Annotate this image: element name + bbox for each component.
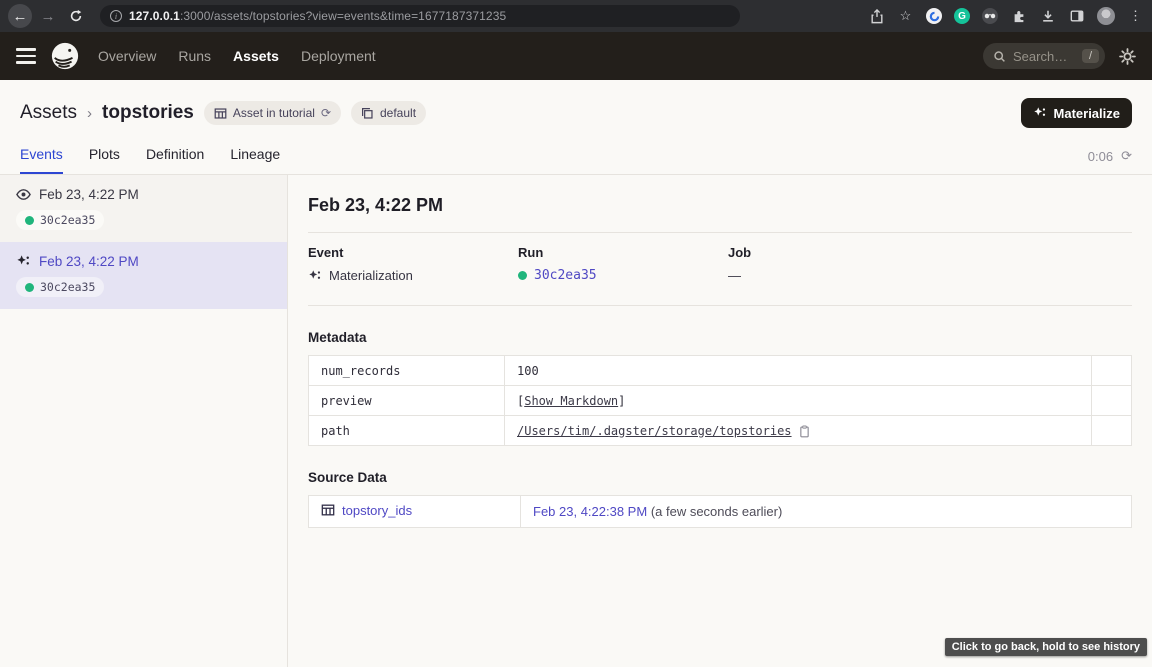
event-list: Feb 23, 4:22 PM 30c2ea35 Feb 23, 4:22 PM… <box>0 175 288 667</box>
metadata-key: num_records <box>309 356 505 386</box>
nav-item-runs[interactable]: Runs <box>178 48 211 64</box>
asset-group-label: Asset in tutorial <box>233 106 315 120</box>
copy-clipboard-icon[interactable] <box>798 424 811 438</box>
metadata-value: [Show Markdown] <box>505 386 1092 416</box>
asset-tabs: Events Plots Definition Lineage 0:06 ⟳ <box>0 128 1152 175</box>
browser-reload-button[interactable] <box>64 4 88 28</box>
url-text: 127.0.0.1:3000/assets/topstories?view=ev… <box>129 9 506 23</box>
extension-icon-blue[interactable] <box>926 8 942 24</box>
run-status-dot <box>518 271 527 280</box>
extension-icon-goggles[interactable] <box>982 8 998 24</box>
run-status-dot <box>25 216 34 225</box>
nav-item-overview[interactable]: Overview <box>98 48 156 64</box>
search-placeholder: Search… <box>1013 49 1075 64</box>
table-row: preview [Show Markdown] <box>309 386 1132 416</box>
eye-icon <box>16 187 31 202</box>
event-time: Feb 23, 4:22 PM <box>39 187 139 202</box>
materialization-sparkle-icon <box>308 269 322 283</box>
share-icon[interactable] <box>868 8 885 25</box>
materialization-sparkle-icon <box>16 254 31 269</box>
source-asset-link[interactable]: topstory_ids <box>342 503 412 518</box>
path-link[interactable]: /Users/tim/.dagster/storage/topstories <box>517 424 792 438</box>
run-id: 30c2ea35 <box>40 280 95 294</box>
event-type-value: Materialization <box>329 268 413 283</box>
refresh-icon[interactable]: ⟳ <box>1121 148 1132 164</box>
materialize-sparkle-icon <box>1033 106 1047 120</box>
metadata-section-title: Metadata <box>308 330 1132 345</box>
run-id-link[interactable]: 30c2ea35 <box>534 268 597 283</box>
metadata-value: 100 <box>505 356 1092 386</box>
table-row: topstory_ids Feb 23, 4:22:38 PM (a few s… <box>309 496 1132 528</box>
tab-events[interactable]: Events <box>20 146 63 174</box>
app-navbar: Overview Runs Assets Deployment Search… … <box>0 32 1152 80</box>
source-time-link[interactable]: Feb 23, 4:22:38 PM <box>533 504 647 519</box>
event-column-label: Event <box>308 245 518 260</box>
materialize-button[interactable]: Materialize <box>1021 98 1132 128</box>
metadata-key: preview <box>309 386 505 416</box>
download-icon[interactable] <box>1039 8 1056 25</box>
refresh-timer[interactable]: 0:06 ⟳ <box>1088 148 1132 174</box>
nav-item-assets[interactable]: Assets <box>233 48 279 64</box>
metadata-key: path <box>309 416 505 446</box>
event-detail-title: Feb 23, 4:22 PM <box>308 195 1132 216</box>
run-id-pill[interactable]: 30c2ea35 <box>16 210 104 230</box>
job-column-label: Job <box>728 245 938 260</box>
metadata-value: /Users/tim/.dagster/storage/topstories <box>505 416 1092 446</box>
run-id: 30c2ea35 <box>40 213 95 227</box>
table-row: path /Users/tim/.dagster/storage/topstor… <box>309 416 1132 446</box>
browser-forward-button[interactable]: → <box>36 4 60 28</box>
dagster-logo <box>50 41 80 71</box>
event-list-item-observation[interactable]: Feb 23, 4:22 PM 30c2ea35 <box>0 175 287 242</box>
menu-hamburger-icon[interactable] <box>16 48 36 64</box>
search-input[interactable]: Search… / <box>983 43 1105 69</box>
browser-back-button[interactable]: ← <box>8 4 32 28</box>
search-shortcut-badge: / <box>1082 49 1099 63</box>
event-detail-panel: Feb 23, 4:22 PM Event Materialization Ru… <box>288 175 1152 667</box>
group-default-badge[interactable]: default <box>351 101 426 125</box>
breadcrumb-asset-name: topstories <box>102 102 194 124</box>
browser-menu-icon[interactable]: ⋮ <box>1127 8 1144 25</box>
badge-reload-icon[interactable]: ⟳ <box>321 106 331 120</box>
tab-lineage[interactable]: Lineage <box>230 146 280 174</box>
asset-header: Assets › topstories Asset in tutorial ⟳ … <box>0 80 1152 128</box>
tab-definition[interactable]: Definition <box>146 146 204 174</box>
tab-plots[interactable]: Plots <box>89 146 120 174</box>
site-info-icon[interactable]: i <box>110 10 122 22</box>
extension-icon-grammarly[interactable]: G <box>954 8 970 24</box>
browser-toolbar: ← → i 127.0.0.1:3000/assets/topstories?v… <box>0 0 1152 32</box>
refresh-countdown: 0:06 <box>1088 149 1113 164</box>
breadcrumb: Assets › topstories <box>20 102 194 124</box>
copy-stack-icon <box>361 107 374 120</box>
asset-group-badge[interactable]: Asset in tutorial ⟳ <box>204 101 341 125</box>
source-data-table: topstory_ids Feb 23, 4:22:38 PM (a few s… <box>308 495 1132 528</box>
breadcrumb-separator: › <box>87 105 92 122</box>
event-list-item-materialization[interactable]: Feb 23, 4:22 PM 30c2ea35 <box>0 242 287 309</box>
gear-icon[interactable] <box>1119 48 1136 65</box>
asset-table-icon <box>321 503 335 517</box>
bracket: ] <box>618 394 625 408</box>
nav-item-deployment[interactable]: Deployment <box>301 48 376 64</box>
run-column-label: Run <box>518 245 728 260</box>
job-value: — <box>728 268 741 283</box>
run-status-dot <box>25 283 34 292</box>
bookmark-star-icon[interactable]: ☆ <box>897 8 914 25</box>
reload-icon <box>69 9 83 23</box>
browser-profile-avatar[interactable] <box>1097 7 1115 25</box>
back-button-tooltip: Click to go back, hold to see history <box>945 638 1147 656</box>
metadata-table: num_records 100 preview [Show Markdown] … <box>308 355 1132 446</box>
run-id-pill[interactable]: 30c2ea35 <box>16 277 104 297</box>
breadcrumb-assets-link[interactable]: Assets <box>20 102 77 124</box>
event-time: Feb 23, 4:22 PM <box>39 254 139 269</box>
extensions-puzzle-icon[interactable] <box>1010 8 1027 25</box>
materialize-label: Materialize <box>1054 106 1120 121</box>
address-bar[interactable]: i 127.0.0.1:3000/assets/topstories?view=… <box>100 5 740 27</box>
source-time-note: (a few seconds earlier) <box>651 504 783 519</box>
table-row: num_records 100 <box>309 356 1132 386</box>
group-default-label: default <box>380 106 416 120</box>
show-markdown-link[interactable]: Show Markdown <box>524 394 618 408</box>
asset-table-icon <box>214 107 227 120</box>
source-data-section-title: Source Data <box>308 470 1132 485</box>
search-icon <box>993 50 1006 63</box>
side-panel-icon[interactable] <box>1068 8 1085 25</box>
